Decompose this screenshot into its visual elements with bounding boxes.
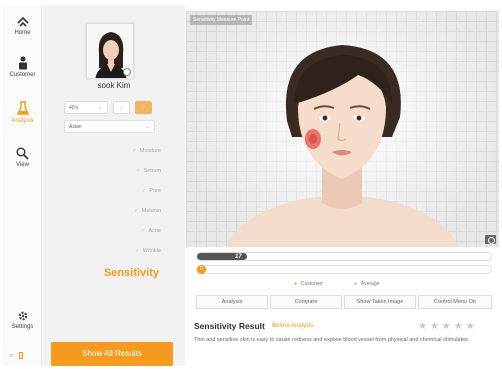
gear-icon [18,311,27,321]
metric-pore[interactable]: ✓ Pore [142,188,161,194]
check-icon: ✓ [134,208,139,214]
age-select[interactable]: 40's ⌄ [64,101,108,114]
average-score-value: 0 [197,265,206,274]
metric-label: Wrinkle [142,248,161,254]
tab-compare[interactable]: Compare [270,295,342,309]
rating-stars: ★★★★★ [418,321,478,332]
metric-wrinkle[interactable]: ✓ Wrinkle [135,248,161,254]
ethnicity-select[interactable]: Asian ⌄ [64,120,155,133]
photo-settings-icon[interactable] [123,68,131,76]
nav-home-label: Home [14,30,31,36]
nav-settings[interactable]: Settings [3,310,42,330]
connection-status: ≈ [9,351,23,360]
customer-icon [18,56,27,70]
average-score-bar: 0 [196,265,492,274]
customer-score-bar: 17 [196,252,492,261]
customer-legend-icon: ● [294,281,298,287]
show-all-results-button[interactable]: Show All Results [51,342,173,366]
male-button[interactable]: ♂ [113,101,130,114]
check-icon: ✓ [135,248,140,254]
chevron-down-icon: ⌄ [144,124,150,130]
legend-average: ● Average [354,281,380,287]
check-icon: ✓ [141,188,147,194]
battery-icon [18,352,23,359]
legend-customer-label: Customer [301,281,323,287]
result-subtitle: Before Analysis [272,323,314,329]
legend-average-label: Average [361,281,380,287]
tab-show-taken-image[interactable]: Show Taken Image [344,295,416,309]
metric-acne[interactable]: ✓ Acne [141,228,161,234]
customer-panel: sook Kim 40's ⌄ ♂ ♀ Asian ⌄ ✓ Moisture ✓ S… [43,5,185,366]
analysis-icon [16,101,29,115]
result-title: Sensitivity Result [194,321,265,331]
view-tabs: Analysis Compare Show Taken Image Contro… [196,295,492,309]
female-icon: ♀ [140,104,147,111]
nav-customer[interactable]: Customer [3,56,42,78]
wifi-icon: ≈ [9,351,14,360]
nav-view-label: View [16,162,29,168]
nav-home[interactable]: Home [3,16,42,36]
face-model [226,45,459,247]
metric-sensitivity[interactable]: Sensitivity [104,267,159,279]
ethnicity-select-value: Asian [69,124,82,130]
legend-customer: ● Customer [294,281,323,287]
tab-control-menu[interactable]: Control Menu On [418,295,492,309]
check-icon: ✓ [135,168,141,174]
male-icon: ♂ [118,105,125,112]
nav-view[interactable]: View [3,147,42,168]
home-icon [16,16,29,27]
customer-score-value: 17 [235,254,242,260]
left-nav: Home Customer Analysis View Settings ≈ [3,5,42,366]
face-stage[interactable]: Sensitivity Measure Point [186,11,499,247]
nav-analysis-label: Analysis [11,118,34,124]
customer-name: sook Kim [97,81,131,90]
view-icon [16,147,29,160]
customer-photo[interactable] [86,23,134,79]
age-select-value: 40's [69,105,79,111]
nav-analysis[interactable]: Analysis [3,101,42,124]
tab-analysis[interactable]: Analysis [196,295,268,309]
check-icon: ✓ [132,148,137,154]
average-legend-icon: ● [354,281,358,287]
metric-label: Moisture [139,148,161,154]
chevron-down-icon: ⌄ [97,105,103,111]
nav-customer-label: Customer [9,72,36,78]
metric-sebum[interactable]: ✓ Sebum [136,168,161,174]
nav-settings-label: Settings [11,324,34,330]
metric-label: Pore [149,188,161,194]
metric-moisture[interactable]: ✓ Moisture [132,148,161,154]
metric-melanin[interactable]: ✓ Melanin [134,208,161,214]
metric-label: Acne [148,228,161,234]
check-icon: ✓ [140,228,146,234]
metric-label: Sebum [143,168,161,174]
result-description: Thin and sensitive skin is easy to cause… [194,337,470,343]
female-button[interactable]: ♀ [135,101,152,114]
metric-label: Melanin [141,208,161,214]
camera-icon[interactable] [485,235,496,244]
